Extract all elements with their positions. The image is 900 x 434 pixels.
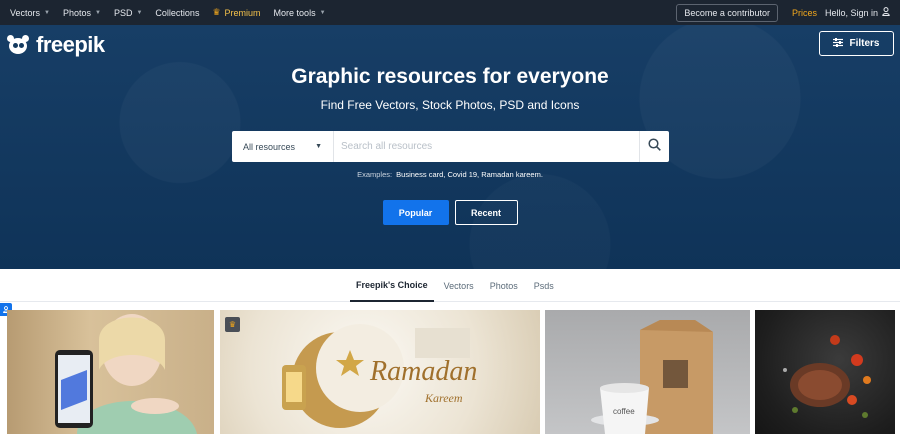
chevron-down-icon: ▼ <box>95 9 101 16</box>
nav-collections[interactable]: Collections <box>155 8 199 18</box>
nav-collections-label: Collections <box>155 7 200 18</box>
resource-type-value: All resources <box>243 141 296 152</box>
nav-vectors[interactable]: Vectors ▼ <box>10 8 50 18</box>
nav-psd-label: PSD <box>113 7 133 18</box>
resource-type-select[interactable]: All resources ▼ <box>232 131 334 162</box>
hero-section: freepik Filters Graphic resources for ev… <box>0 25 900 269</box>
search-icon <box>648 137 661 156</box>
popular-button[interactable]: Popular <box>382 200 449 225</box>
freepik-logo-icon <box>6 34 32 56</box>
top-nav: Vectors ▼ Photos ▼ PSD ▼ Collections ♛ P… <box>0 0 339 25</box>
svg-text:Ramadan: Ramadan <box>369 356 477 387</box>
search-input[interactable] <box>334 131 639 162</box>
svg-text:Kareem: Kareem <box>424 391 463 405</box>
user-icon <box>882 7 890 18</box>
top-right-actions: Become a contributor Prices Hello, Sign … <box>676 0 890 25</box>
tab-psds[interactable]: Psds <box>528 269 560 302</box>
prices-link[interactable]: Prices <box>792 8 817 18</box>
hero-title: Graphic resources for everyone <box>291 65 609 88</box>
resource-thumbnail-ramadan[interactable]: ♛ Ramadan Kareem <box>220 310 540 434</box>
nav-premium[interactable]: ♛ Premium <box>212 7 260 18</box>
nav-vectors-label: Vectors <box>10 7 41 18</box>
filters-label: Filters <box>849 38 880 49</box>
hero-buttons: Popular Recent <box>0 200 900 225</box>
search-examples: Examples: Business card, Covid 19, Ramad… <box>0 170 900 179</box>
sliders-icon <box>833 37 844 50</box>
chevron-down-icon: ▼ <box>319 9 326 16</box>
nav-more-tools-label: More tools <box>273 7 316 18</box>
tab-vectors[interactable]: Vectors <box>438 269 480 302</box>
search-bar: All resources ▼ <box>232 131 669 162</box>
nav-premium-label: Premium <box>224 7 261 18</box>
nav-photos[interactable]: Photos ▼ <box>63 8 101 18</box>
search-button[interactable] <box>639 131 669 162</box>
sign-in-link[interactable]: Hello, Sign in <box>825 7 890 18</box>
resource-thumbnail-woman-phone[interactable] <box>7 310 214 434</box>
resource-thumbnail-coffee-bag[interactable]: coffee <box>545 310 750 434</box>
examples-links[interactable]: Business card, Covid 19, Ramadan kareem. <box>396 170 543 179</box>
content-tabs: Freepik's Choice Vectors Photos Psds <box>350 269 564 302</box>
freepik-logo[interactable]: freepik <box>6 32 105 58</box>
chevron-down-icon: ▼ <box>136 9 143 16</box>
recent-button[interactable]: Recent <box>454 200 518 225</box>
content-tabs-bar: Freepik's Choice Vectors Photos Psds <box>0 269 900 302</box>
tab-photos[interactable]: Photos <box>484 269 524 302</box>
filters-button[interactable]: Filters <box>819 31 894 56</box>
sign-in-label: Hello, Sign in <box>824 7 878 18</box>
nav-psd[interactable]: PSD ▼ <box>114 8 142 18</box>
crown-icon: ♛ <box>225 317 240 332</box>
become-contributor-button[interactable]: Become a contributor <box>676 3 778 22</box>
examples-label: Examples: <box>357 170 393 179</box>
chevron-down-icon: ▼ <box>315 143 322 150</box>
resource-thumbnail-steak[interactable] <box>755 310 895 434</box>
nav-photos-label: Photos <box>62 7 91 18</box>
chevron-down-icon: ▼ <box>44 9 50 16</box>
logo-text: freepik <box>36 32 105 57</box>
top-bar: Vectors ▼ Photos ▼ PSD ▼ Collections ♛ P… <box>0 0 900 25</box>
nav-more-tools[interactable]: More tools ▼ <box>274 8 326 18</box>
hero-subtitle: Find Free Vectors, Stock Photos, PSD and… <box>320 98 580 112</box>
svg-text:coffee: coffee <box>613 407 635 416</box>
crown-icon: ♛ <box>212 7 221 17</box>
tab-freepiks-choice[interactable]: Freepik's Choice <box>350 269 434 302</box>
